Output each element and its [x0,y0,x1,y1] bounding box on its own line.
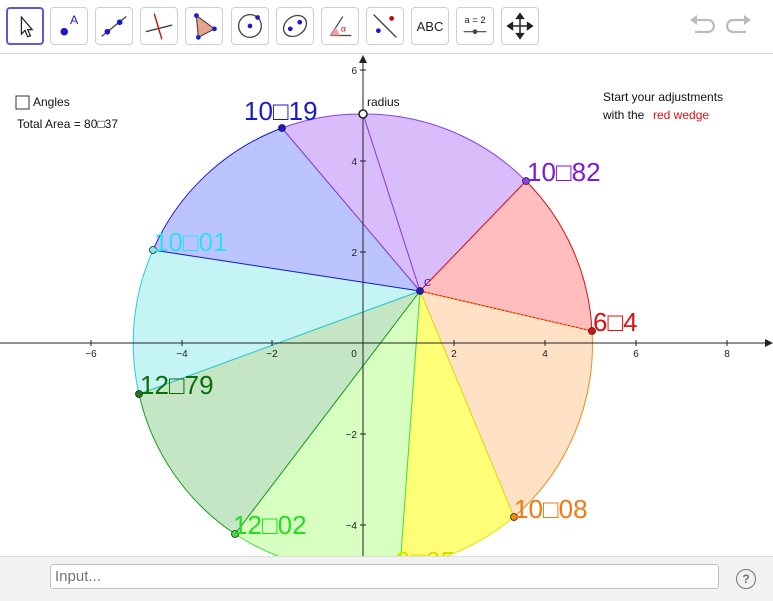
x-tick: 4 [542,349,548,360]
point-radius[interactable] [358,109,368,119]
redo-icon [725,15,751,34]
x-tick: 6 [633,349,639,360]
redo-button[interactable] [724,13,754,39]
y-tick: −2 [346,430,358,441]
svg-text:α: α [341,24,346,34]
angle-tool-button[interactable]: α [321,7,359,45]
point-icon: A [60,13,79,36]
wedge-label-purple: 10□82 [527,157,601,187]
wedge-label-blue: 10□19 [244,96,318,126]
polygon-icon [194,13,217,40]
line-icon [101,16,127,37]
graphics-view[interactable]: −6 −4 −2 0 2 4 6 8 6 4 2 −2 −4 C radius … [0,53,773,556]
angles-checkbox[interactable] [15,95,30,110]
plot-canvas[interactable]: −6 −4 −2 0 2 4 6 8 6 4 2 −2 −4 C radius … [0,53,773,556]
toolbar: A α ABC a = 2 [0,0,773,54]
wedge-label-cyan: 10□01 [154,227,228,257]
x-tick: 0 [351,349,357,360]
ellipse-tool-button[interactable] [276,7,314,45]
wedge-label-yellow: 9□95 [396,546,455,556]
x-tick: 2 [451,349,457,360]
undo-icon [690,15,716,34]
move-arrows-icon [506,12,534,40]
point-center[interactable] [416,287,424,295]
input-field[interactable] [50,564,719,589]
undo-button[interactable] [687,13,717,39]
total-area-text: Total Area = 80□37 [17,117,118,131]
reflect-tool-button[interactable] [366,7,404,45]
polygon-tool-button[interactable] [185,7,223,45]
wedge-label-red: 6□4 [593,307,638,337]
angle-icon: α [330,16,352,37]
wedge-label-lightgreen: 12□02 [233,510,307,540]
y-tick: 2 [351,248,357,259]
help-button[interactable]: ? [736,569,756,589]
reflect-icon [373,14,397,38]
hint-red-wedge: red wedge [653,108,709,122]
text-tool-button[interactable]: ABC [411,7,449,45]
x-tick: 8 [724,349,730,360]
circle-tool-button[interactable] [231,7,269,45]
x-tick: −6 [85,349,97,360]
perpendicular-tool-button[interactable] [140,7,178,45]
y-tick: −4 [346,521,358,532]
slider-icon: a = 2 [463,15,487,35]
x-tick: −2 [266,349,278,360]
x-tick: −4 [176,349,188,360]
input-bar: ? [0,556,773,601]
slider-tool-button[interactable]: a = 2 [456,7,494,45]
wedge-label-orange: 10□08 [514,494,588,524]
move-tool-button[interactable] [6,7,44,45]
angles-checkbox-label: Angles [33,95,70,109]
perpendicular-line-icon [145,13,173,40]
svg-text:a = 2: a = 2 [464,15,485,26]
ellipse-icon [282,14,308,38]
move-graphics-tool-button[interactable] [501,7,539,45]
hint-line-1: Start your adjustments [603,90,723,104]
arrow-cursor-icon [20,15,34,38]
circle-center-point-icon [237,13,263,39]
wedge-label-darkgreen: 12□79 [140,370,214,400]
line-tool-button[interactable] [95,7,133,45]
point-tool-button[interactable]: A [50,7,88,45]
y-tick: 4 [351,157,357,168]
svg-text:A: A [70,13,79,27]
center-label: C [424,278,431,289]
y-tick: 6 [351,66,357,77]
hint-line-2: with the [602,108,645,122]
text-icon: ABC [416,18,444,34]
radius-label: radius [367,95,400,109]
